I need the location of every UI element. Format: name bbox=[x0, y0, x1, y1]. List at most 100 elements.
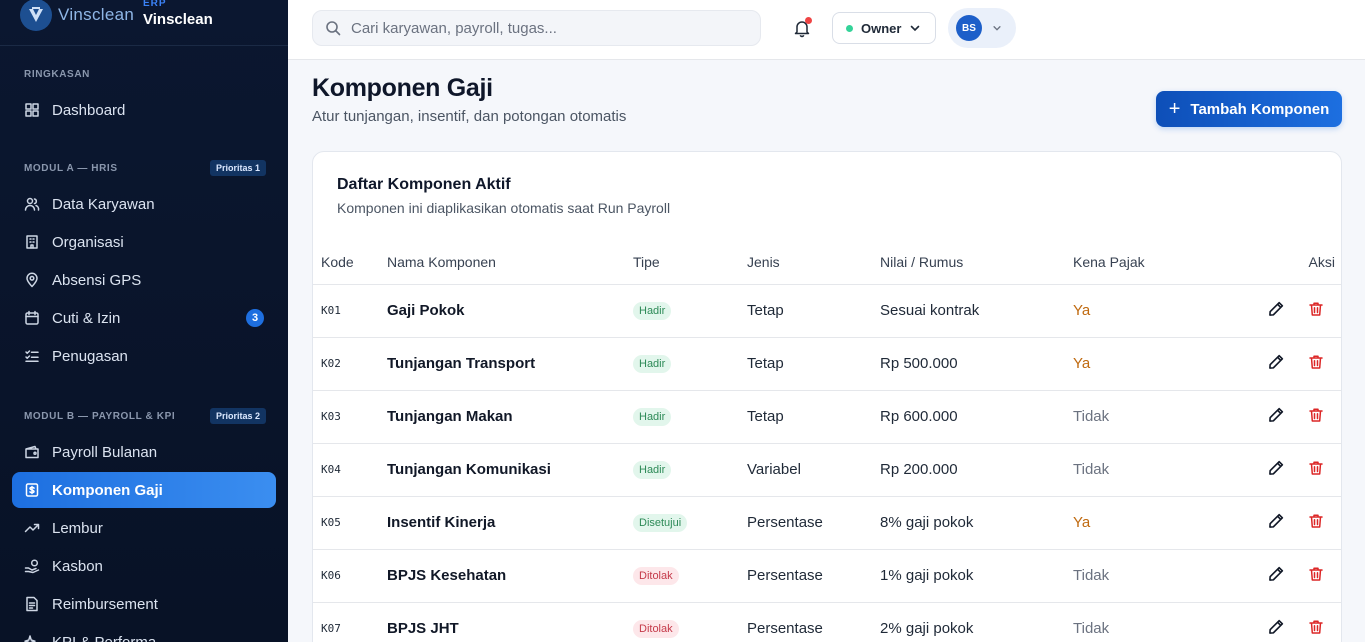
sidebar-item-lembur[interactable]: Lembur bbox=[12, 510, 276, 546]
delete-button[interactable] bbox=[1307, 618, 1325, 636]
sidebar-section: RINGKASAN Dashboard bbox=[0, 46, 288, 128]
cell-tipe: Hadir bbox=[633, 390, 747, 444]
cell-tipe: Hadir bbox=[633, 284, 747, 338]
brand-logo-text: Vinsclean bbox=[58, 4, 135, 24]
cell-kode: K03 bbox=[313, 390, 387, 444]
notification-button[interactable] bbox=[792, 17, 812, 38]
cell-pajak: Ya bbox=[1073, 337, 1233, 391]
sidebar-item-komponen-gaji[interactable]: Komponen Gaji bbox=[12, 472, 276, 508]
cell-jenis: Tetap bbox=[747, 284, 880, 338]
vinsclean-logo-icon bbox=[20, 0, 52, 31]
sidebar-section-label: MODUL B — PAYROLL & KPI bbox=[24, 410, 176, 422]
document-icon bbox=[24, 596, 40, 612]
calendar-icon bbox=[24, 310, 40, 326]
sidebar-item-reimbursement[interactable]: Reimbursement bbox=[12, 586, 276, 622]
column-header-tipe: Tipe bbox=[633, 240, 747, 285]
sidebar-item-label: Komponen Gaji bbox=[52, 481, 163, 499]
cell-jenis: Persentase bbox=[747, 602, 880, 642]
delete-button[interactable] bbox=[1307, 353, 1325, 371]
plus-icon: + bbox=[1168, 98, 1181, 120]
sidebar-item-kasbon[interactable]: Kasbon bbox=[12, 548, 276, 584]
brand[interactable]: Vinsclean ERP Vinsclean bbox=[0, 0, 288, 46]
sidebar-item-cuti-izin[interactable]: Cuti & Izin 3 bbox=[12, 300, 276, 336]
sidebar-item-label: Data Karyawan bbox=[52, 195, 155, 213]
edit-button[interactable] bbox=[1267, 353, 1285, 371]
tipe-badge: Ditolak bbox=[633, 567, 679, 585]
sidebar-item-payroll-bulanan[interactable]: Payroll Bulanan bbox=[12, 434, 276, 470]
topbar: Owner BS bbox=[288, 0, 1365, 60]
grid-icon bbox=[24, 102, 40, 118]
cell-tipe: Ditolak bbox=[633, 549, 747, 603]
trash-icon bbox=[1309, 567, 1323, 581]
cell-kode: K06 bbox=[313, 549, 387, 603]
card-subtitle: Komponen ini diaplikasikan otomatis saat… bbox=[337, 200, 671, 216]
delete-button[interactable] bbox=[1307, 300, 1325, 318]
component-table: Kode Nama Komponen Tipe Jenis Nilai / Ru… bbox=[313, 240, 1341, 642]
brand-name: Vinsclean bbox=[143, 11, 213, 28]
delete-button[interactable] bbox=[1307, 406, 1325, 424]
table-row: K02 Tunjangan Transport Hadir Tetap Rp 5… bbox=[313, 337, 1341, 391]
cell-tipe: Hadir bbox=[633, 337, 747, 391]
cell-nama: Tunjangan Transport bbox=[387, 337, 633, 391]
pencil-icon bbox=[1268, 461, 1283, 476]
cell-pajak: Ya bbox=[1073, 496, 1233, 550]
column-header-nilai: Nilai / Rumus bbox=[880, 240, 1073, 285]
cell-pajak: Tidak bbox=[1073, 443, 1233, 497]
sidebar-item-absensi-gps[interactable]: Absensi GPS bbox=[12, 262, 276, 298]
sidebar-item-label: Cuti & Izin bbox=[52, 309, 121, 327]
cell-nilai: Rp 500.000 bbox=[880, 337, 1073, 391]
cell-nama: Insentif Kinerja bbox=[387, 496, 633, 550]
sidebar-section: MODUL B — PAYROLL & KPI Prioritas 2 Payrol… bbox=[0, 374, 288, 642]
cell-aksi bbox=[1233, 602, 1341, 642]
edit-button[interactable] bbox=[1267, 618, 1285, 636]
edit-button[interactable] bbox=[1267, 459, 1285, 477]
edit-button[interactable] bbox=[1267, 406, 1285, 424]
trash-icon bbox=[1309, 408, 1323, 422]
priority-badge: Prioritas 1 bbox=[209, 160, 266, 176]
sidebar-item-label: KPI & Performa bbox=[52, 633, 157, 642]
sidebar-item-kpi-performa[interactable]: KPI & Performa bbox=[12, 624, 276, 642]
pencil-icon bbox=[1268, 567, 1283, 582]
edit-button[interactable] bbox=[1267, 300, 1285, 318]
search-box[interactable] bbox=[312, 10, 761, 46]
cell-jenis: Tetap bbox=[747, 337, 880, 391]
sidebar-item-data-karyawan[interactable]: Data Karyawan bbox=[12, 186, 276, 222]
delete-button[interactable] bbox=[1307, 512, 1325, 530]
add-component-button[interactable]: + Tambah Komponen bbox=[1156, 91, 1342, 127]
search-input[interactable] bbox=[351, 19, 731, 37]
cell-nilai: 8% gaji pokok bbox=[880, 496, 1073, 550]
delete-button[interactable] bbox=[1307, 565, 1325, 583]
pencil-icon bbox=[1268, 355, 1283, 370]
cell-tipe: Hadir bbox=[633, 443, 747, 497]
users-icon bbox=[24, 196, 40, 212]
table-row: K07 BPJS JHT Ditolak Persentase 2% gaji … bbox=[313, 602, 1341, 642]
sidebar-section-label: MODUL A — HRIS bbox=[24, 162, 118, 174]
sidebar-item-organisasi[interactable]: Organisasi bbox=[12, 224, 276, 260]
edit-button[interactable] bbox=[1267, 565, 1285, 583]
delete-button[interactable] bbox=[1307, 459, 1325, 477]
sidebar-item-penugasan[interactable]: Penugasan bbox=[12, 338, 276, 374]
sidebar-item-label: Dashboard bbox=[52, 101, 126, 119]
sidebar-item-dashboard[interactable]: Dashboard bbox=[12, 92, 276, 128]
cell-jenis: Persentase bbox=[747, 496, 880, 550]
sidebar-item-label: Reimbursement bbox=[52, 595, 158, 613]
table-row: K06 BPJS Kesehatan Ditolak Persentase 1%… bbox=[313, 549, 1341, 603]
count-badge: 3 bbox=[246, 309, 264, 327]
tipe-badge: Hadir bbox=[633, 408, 672, 426]
sidebar-item-label: Absensi GPS bbox=[52, 271, 142, 289]
user-menu[interactable]: BS bbox=[948, 8, 1016, 48]
sidebar-section-label: RINGKASAN bbox=[24, 68, 90, 80]
role-selector[interactable]: Owner bbox=[832, 12, 936, 44]
role-label: Owner bbox=[861, 20, 902, 36]
table-header-row: Kode Nama Komponen Tipe Jenis Nilai / Ru… bbox=[313, 240, 1341, 285]
brand-erp-label: ERP bbox=[143, 0, 167, 9]
chevron-down-icon bbox=[911, 25, 920, 32]
cell-nama: Tunjangan Makan bbox=[387, 390, 633, 444]
map-pin-icon bbox=[24, 272, 40, 288]
sparkle-icon bbox=[24, 634, 40, 642]
trash-icon bbox=[1309, 302, 1323, 316]
edit-button[interactable] bbox=[1267, 512, 1285, 530]
list-check-icon bbox=[24, 348, 40, 364]
sidebar: Vinsclean ERP Vinsclean RINGKASAN Dashboa… bbox=[0, 0, 288, 642]
cell-nilai: Sesuai kontrak bbox=[880, 284, 1073, 338]
